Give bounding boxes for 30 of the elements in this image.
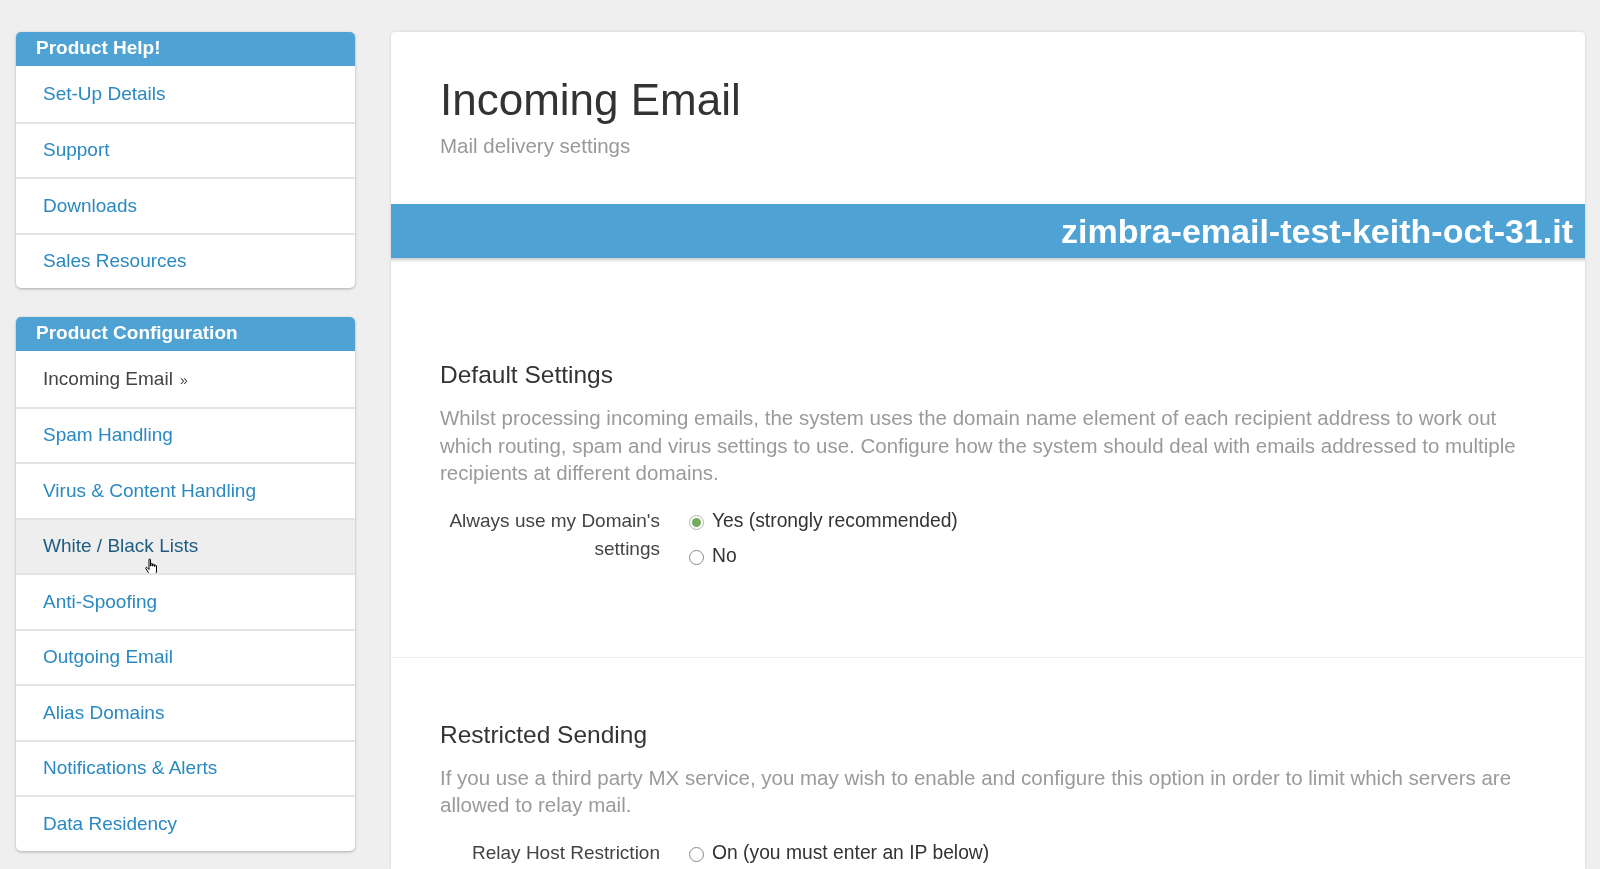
radio-button[interactable] bbox=[689, 847, 704, 862]
section-description: Whilst processing incoming emails, the system uses the domain name element of each recipient address to work out which routing, spam and virus settings to use. Configure how the system should deal with emails addressed to multiple recipients at different domains. bbox=[440, 405, 1517, 486]
radio-label[interactable]: On (you must enter an IP below) bbox=[712, 838, 990, 867]
field-label: Always use my Domain's settings bbox=[448, 508, 660, 561]
page-subtitle: Mail delivery settings bbox=[440, 134, 632, 158]
radio-button[interactable] bbox=[689, 515, 704, 530]
sidebar-item[interactable]: Support bbox=[16, 121, 355, 177]
sidebar-item[interactable]: Downloads bbox=[16, 177, 355, 233]
hand-cursor-icon bbox=[144, 557, 160, 576]
sidebar-item[interactable]: Incoming Email » bbox=[16, 351, 355, 407]
radio-button[interactable] bbox=[689, 550, 704, 565]
section-description: If you use a third party MX service, you may wish to enable and configure this option in order to limit which servers are allowed to relay mail. bbox=[440, 764, 1513, 818]
field-label: Relay Host Restriction bbox=[471, 840, 660, 865]
panel-header: Product Configuration bbox=[16, 317, 355, 351]
sidebar-item[interactable]: White / Black Lists bbox=[16, 517, 355, 573]
sidebar-item[interactable]: Sales Resources bbox=[16, 232, 355, 288]
sidebar-item[interactable]: Anti-Spoofing bbox=[16, 573, 355, 629]
domain-banner: zimbra-email-test-keith-oct-31.it bbox=[391, 204, 1585, 258]
sidebar-item[interactable]: Notifications & Alerts bbox=[16, 739, 355, 795]
sidebar-item[interactable]: Data Residency bbox=[16, 795, 355, 851]
radio-label[interactable]: Yes (strongly recommended) bbox=[712, 506, 958, 535]
sidebar-item[interactable]: Spam Handling bbox=[16, 406, 355, 462]
sidebar-item[interactable]: Alias Domains bbox=[16, 684, 355, 740]
section-heading: Default Settings bbox=[440, 360, 614, 390]
sidebar-item[interactable]: Set-Up Details bbox=[16, 66, 355, 122]
page-title: Incoming Email bbox=[440, 74, 742, 126]
sidebar-item[interactable]: Outgoing Email bbox=[16, 628, 355, 684]
radio-label[interactable]: No bbox=[712, 541, 737, 570]
section-heading: Restricted Sending bbox=[440, 719, 648, 750]
panel-header: Product Help! bbox=[16, 32, 355, 66]
